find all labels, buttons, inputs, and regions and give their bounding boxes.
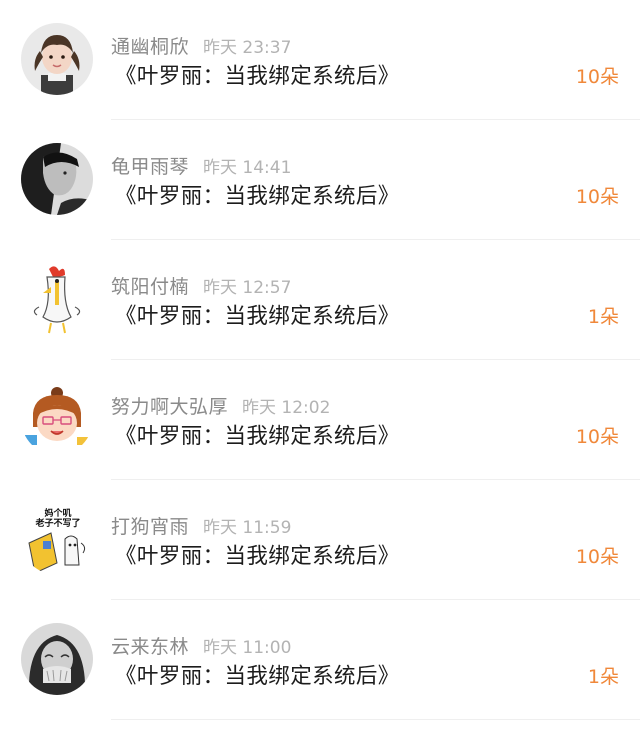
timestamp: 昨天 12:02: [242, 398, 331, 418]
gift-book-title[interactable]: 《叶罗丽：当我绑定系统后》: [115, 179, 400, 210]
gift-book-title[interactable]: 《叶罗丽：当我绑定系统后》: [115, 419, 400, 450]
meta-line: 通幽桐欣 昨天 23:37: [111, 32, 291, 58]
user-name[interactable]: 通幽桐欣: [111, 36, 189, 58]
avatar[interactable]: [21, 623, 93, 695]
girl-with-pigtails-avatar-icon: [21, 23, 93, 95]
meta-line: 筑阳付楠 昨天 12:57: [111, 272, 291, 298]
meta-line: 打狗宵雨 昨天 11:59: [111, 512, 291, 538]
user-name[interactable]: 努力啊大弘厚: [111, 396, 228, 418]
avatar[interactable]: [21, 23, 93, 95]
meta-line: 龟甲雨琴 昨天 14:41: [111, 152, 291, 178]
user-name[interactable]: 打狗宵雨: [111, 516, 189, 538]
gift-count: 1朵: [587, 666, 619, 688]
list-item[interactable]: 云来东林 昨天 11:00 《叶罗丽：当我绑定系统后》 1朵: [0, 600, 640, 720]
gift-book-title[interactable]: 《叶罗丽：当我绑定系统后》: [115, 299, 400, 330]
meta-line: 云来东林 昨天 11:00: [111, 632, 291, 658]
gift-count: 10朵: [575, 66, 619, 88]
gift-count: 1朵: [587, 306, 619, 328]
list-item[interactable]: 通幽桐欣 昨天 23:37 《叶罗丽：当我绑定系统后》 10朵: [0, 0, 640, 120]
user-name[interactable]: 龟甲雨琴: [111, 156, 189, 178]
list-item[interactable]: 努力啊大弘厚 昨天 12:02 《叶罗丽：当我绑定系统后》 10朵: [0, 360, 640, 480]
timestamp: 昨天 11:59: [203, 518, 292, 538]
sticker-caption: 妈个叽 老子不写了: [35, 509, 81, 529]
gift-record-list: 通幽桐欣 昨天 23:37 《叶罗丽：当我绑定系统后》 10朵 龟甲雨琴 昨天 14…: [0, 0, 640, 729]
timestamp: 昨天 11:00: [203, 638, 292, 658]
gift-count: 10朵: [575, 546, 619, 568]
gift-book-title[interactable]: 《叶罗丽：当我绑定系统后》: [115, 59, 400, 90]
gift-book-title[interactable]: 《叶罗丽：当我绑定系统后》: [115, 539, 400, 570]
timestamp: 昨天 23:37: [203, 38, 292, 58]
gift-count: 10朵: [575, 426, 619, 448]
avatar[interactable]: [21, 263, 93, 335]
cartoon-chicken-avatar-icon: [21, 263, 93, 335]
cartoon-girl-avatar-icon: [21, 383, 93, 455]
timestamp: 昨天 14:41: [203, 158, 292, 178]
list-item[interactable]: 筑阳付楠 昨天 12:57 《叶罗丽：当我绑定系统后》 1朵: [0, 240, 640, 360]
avatar[interactable]: [21, 383, 93, 455]
list-item[interactable]: 龟甲雨琴 昨天 14:41 《叶罗丽：当我绑定系统后》 10朵: [0, 120, 640, 240]
list-item[interactable]: 妈个叽 老子不写了 打狗宵雨 昨天 11:59 《叶罗丽：当我绑定系统后》 10朵: [0, 480, 640, 600]
gift-count: 10朵: [575, 186, 619, 208]
gift-book-title[interactable]: 《叶罗丽：当我绑定系统后》: [115, 659, 400, 690]
meta-line: 努力啊大弘厚 昨天 12:02: [111, 392, 330, 418]
avatar[interactable]: 妈个叽 老子不写了: [21, 503, 93, 575]
divider: [111, 719, 640, 720]
user-name[interactable]: 云来东林: [111, 636, 189, 658]
timestamp: 昨天 12:57: [203, 278, 292, 298]
monochrome-portrait-avatar-icon: [21, 143, 93, 215]
user-name[interactable]: 筑阳付楠: [111, 276, 189, 298]
laughing-woman-avatar-icon: [21, 623, 93, 695]
avatar[interactable]: [21, 143, 93, 215]
